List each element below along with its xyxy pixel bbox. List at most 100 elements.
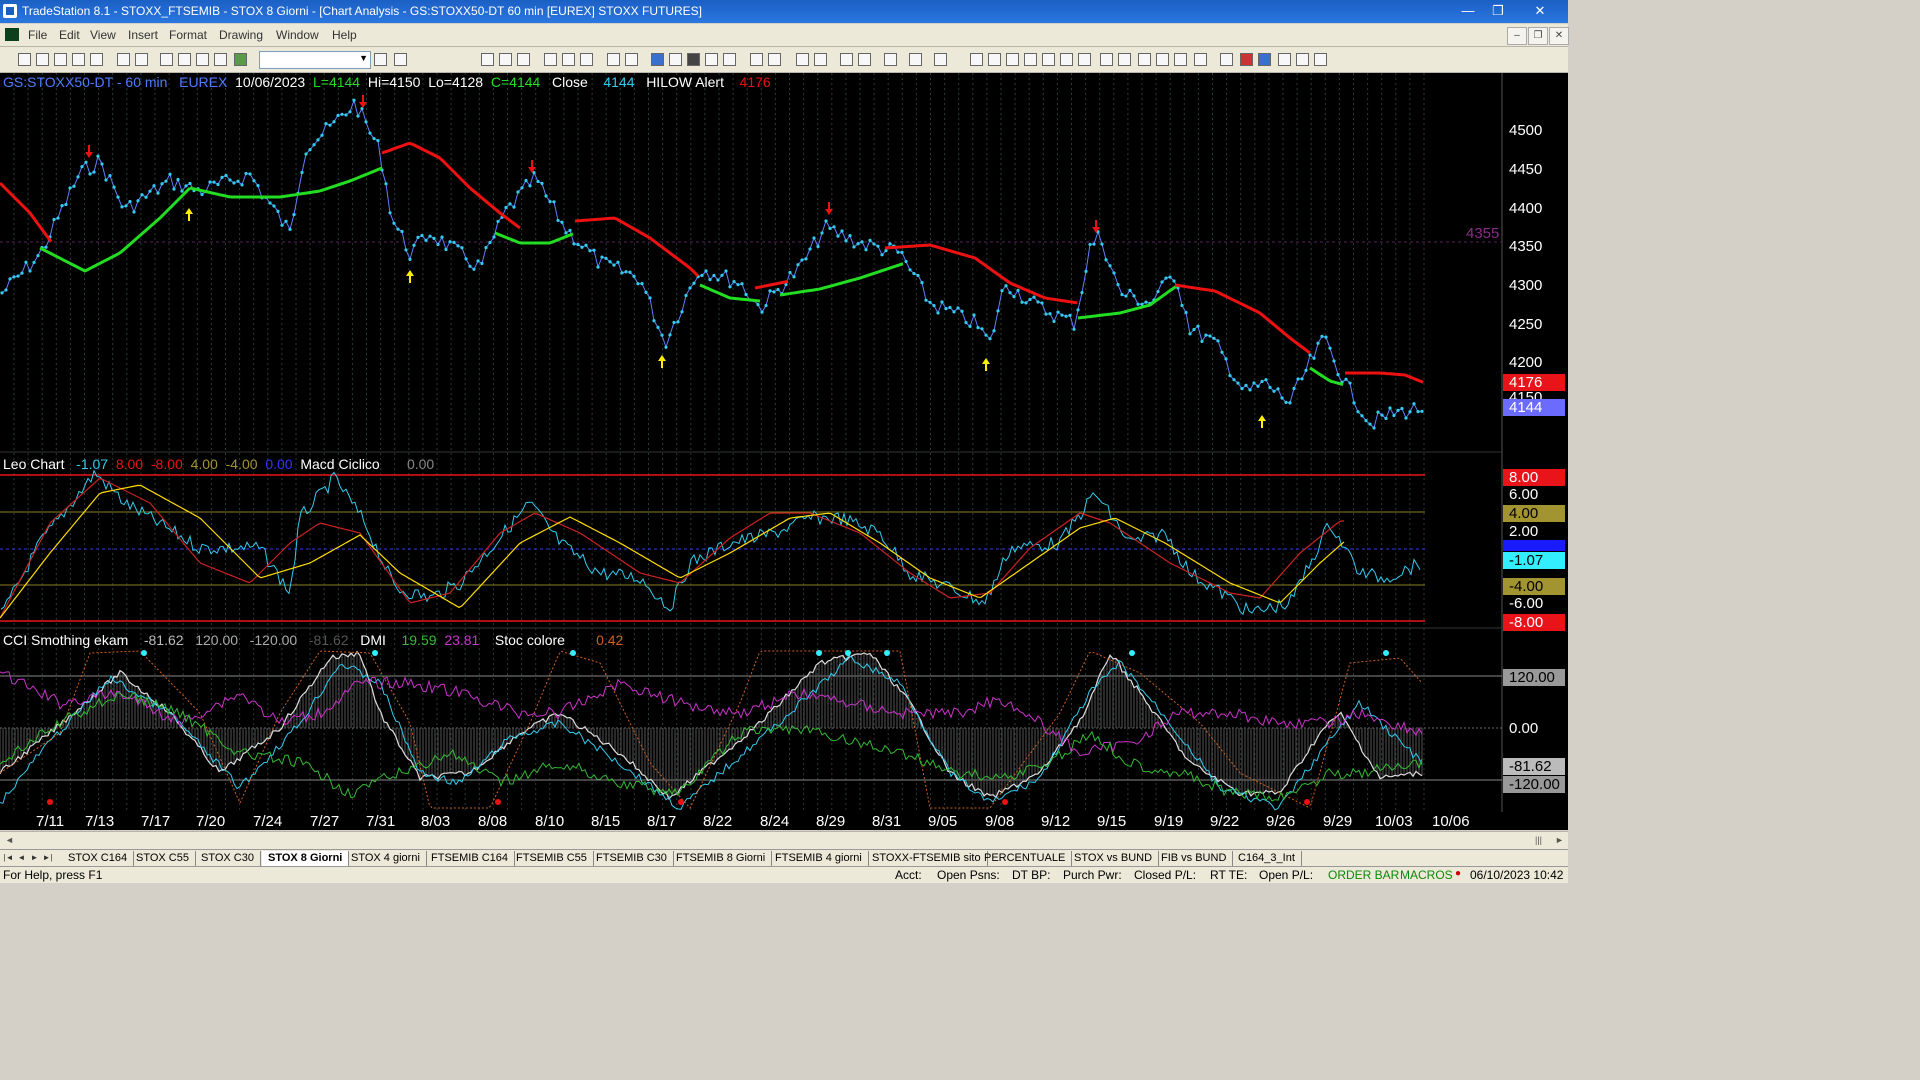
scroll-left-icon[interactable] xyxy=(750,53,763,66)
fib-icon[interactable] xyxy=(1078,53,1091,66)
mdi-minimize-button[interactable]: – xyxy=(1507,27,1527,45)
timesales-icon[interactable] xyxy=(723,53,736,66)
print-icon[interactable] xyxy=(135,53,148,66)
mdi-close-button[interactable]: ✕ xyxy=(1549,27,1569,45)
workspace-icon[interactable] xyxy=(72,53,85,66)
menu-help[interactable]: Help xyxy=(332,28,357,42)
tab-prev-icon[interactable]: ◄ xyxy=(16,852,27,863)
tab-percentuale[interactable]: PERCENTUALE xyxy=(978,851,1073,866)
scroll-right-icon[interactable] xyxy=(768,53,781,66)
rectangle-icon[interactable] xyxy=(1296,53,1309,66)
globe-icon[interactable] xyxy=(234,53,247,66)
tab-stox-c30[interactable]: STOX C30 xyxy=(195,851,261,866)
print-preview-icon[interactable] xyxy=(117,53,130,66)
speedline-icon[interactable] xyxy=(1060,53,1073,66)
menu-window[interactable]: Window xyxy=(276,28,319,42)
arrow-down-icon[interactable] xyxy=(1240,53,1253,66)
scanner-icon[interactable] xyxy=(669,53,682,66)
copy-icon[interactable] xyxy=(909,53,922,66)
arrow-up-icon[interactable] xyxy=(1258,53,1271,66)
symbol-combo[interactable]: ▼ xyxy=(259,51,371,69)
tab-stox-8-giorni[interactable]: STOX 8 Giorni xyxy=(262,851,350,866)
window-icon[interactable] xyxy=(160,53,173,66)
lock-icon[interactable] xyxy=(196,53,209,66)
format-icon[interactable] xyxy=(607,53,620,66)
bar-chart-icon[interactable] xyxy=(481,53,494,66)
scroll-thumb-icon[interactable]: ||| xyxy=(1535,835,1542,845)
arrows-icon[interactable] xyxy=(1138,53,1151,66)
tab-ftsemib-c55[interactable]: FTSEMIB C55 xyxy=(510,851,594,866)
tab-fib-vs-bund[interactable]: FIB vs BUND xyxy=(1155,851,1234,866)
arc-icon[interactable] xyxy=(1174,53,1187,66)
andrews-icon[interactable] xyxy=(1118,53,1131,66)
open-icon[interactable] xyxy=(36,53,49,66)
save-icon[interactable] xyxy=(90,53,103,66)
style-icon[interactable] xyxy=(625,53,638,66)
menu-file[interactable]: File xyxy=(28,28,47,42)
chart-document-icon[interactable] xyxy=(5,28,19,41)
tab-stox-c55[interactable]: STOX C55 xyxy=(130,851,196,866)
menu-insert[interactable]: Insert xyxy=(128,28,158,42)
go-icon[interactable] xyxy=(374,53,387,66)
parallel-icon[interactable] xyxy=(1156,53,1169,66)
regression-icon[interactable] xyxy=(1042,53,1055,66)
find-icon[interactable] xyxy=(394,53,407,66)
options-icon[interactable] xyxy=(705,53,718,66)
gann-icon[interactable] xyxy=(1100,53,1113,66)
menu-format[interactable]: Format xyxy=(169,28,207,42)
alert-icon[interactable] xyxy=(934,53,947,66)
save-all-icon[interactable] xyxy=(54,53,67,66)
tab-ftsemib-c30[interactable]: FTSEMIB C30 xyxy=(590,851,674,866)
menu-drawing[interactable]: Drawing xyxy=(219,28,263,42)
tab-stox-vs-bund[interactable]: STOX vs BUND xyxy=(1068,851,1160,866)
insert-strategy-icon[interactable] xyxy=(562,53,575,66)
candle-icon[interactable] xyxy=(499,53,512,66)
refresh-icon[interactable] xyxy=(580,53,593,66)
scroll-right-arrow-icon[interactable]: ► xyxy=(1555,835,1564,845)
tab-first-icon[interactable]: |◄ xyxy=(3,852,14,863)
zoom-in-icon[interactable] xyxy=(796,53,809,66)
pencil-icon[interactable] xyxy=(1194,53,1207,66)
chevron-down-icon[interactable]: ▼ xyxy=(359,53,368,63)
chart-area[interactable]: GS:STOXX50-DT - 60 min EUREX 10/06/2023 … xyxy=(0,73,1568,830)
zoom-out-icon[interactable] xyxy=(814,53,827,66)
tab-ftsemib-c164[interactable]: FTSEMIB C164 xyxy=(425,851,516,866)
restore-button[interactable]: ❐ xyxy=(1484,2,1512,20)
horizontal-scrollbar[interactable]: ◄ ||| ► xyxy=(0,831,1568,849)
tab-last-icon[interactable]: ►| xyxy=(42,852,53,863)
chart-canvas[interactable] xyxy=(0,73,1568,830)
pointer-icon[interactable] xyxy=(840,53,853,66)
trendline-icon[interactable] xyxy=(970,53,983,66)
vertical-lines-icon[interactable] xyxy=(988,53,1001,66)
scroll-left-arrow-icon[interactable]: ◄ xyxy=(5,835,14,845)
status-order-bar[interactable]: ORDER BAR xyxy=(1328,868,1399,882)
ellipse-icon[interactable] xyxy=(1278,53,1291,66)
curve-icon[interactable] xyxy=(1220,53,1233,66)
tab-stoxx-ftsemib-sito[interactable]: STOXX-FTSEMIB sito xyxy=(866,851,988,866)
menu-view[interactable]: View xyxy=(90,28,116,42)
insert-indicator-icon[interactable] xyxy=(544,53,557,66)
sell-arrow-icon xyxy=(85,145,93,158)
radar-icon[interactable] xyxy=(651,53,664,66)
close-button[interactable]: ✕ xyxy=(1522,2,1558,20)
tab-stox-c164[interactable]: STOX C164 xyxy=(62,851,135,866)
tab-next-icon[interactable]: ► xyxy=(29,852,40,863)
draw-icon[interactable] xyxy=(214,53,227,66)
new-icon[interactable] xyxy=(18,53,31,66)
tab-c164-3-int[interactable]: C164_3_Int xyxy=(1232,851,1302,866)
menu-edit[interactable]: Edit xyxy=(59,28,80,42)
tab-ftsemib-8-giorni[interactable]: FTSEMIB 8 Giorni xyxy=(670,851,773,866)
tab-ftsemib-4-giorni[interactable]: FTSEMIB 4 giorni xyxy=(769,851,869,866)
matrix-icon[interactable] xyxy=(687,53,700,66)
channel-icon[interactable] xyxy=(1024,53,1037,66)
crosshair-icon[interactable] xyxy=(858,53,871,66)
tools-icon[interactable] xyxy=(884,53,897,66)
tile-icon[interactable] xyxy=(178,53,191,66)
text-icon[interactable] xyxy=(1314,53,1327,66)
tab-stox-4-giorni[interactable]: STOX 4 giorni xyxy=(345,851,427,866)
minimize-button[interactable]: — xyxy=(1454,2,1482,20)
table-icon[interactable] xyxy=(517,53,530,66)
horizontal-lines-icon[interactable] xyxy=(1006,53,1019,66)
mdi-restore-button[interactable]: ❐ xyxy=(1528,27,1548,45)
status-macros[interactable]: MACROS xyxy=(1400,868,1453,882)
